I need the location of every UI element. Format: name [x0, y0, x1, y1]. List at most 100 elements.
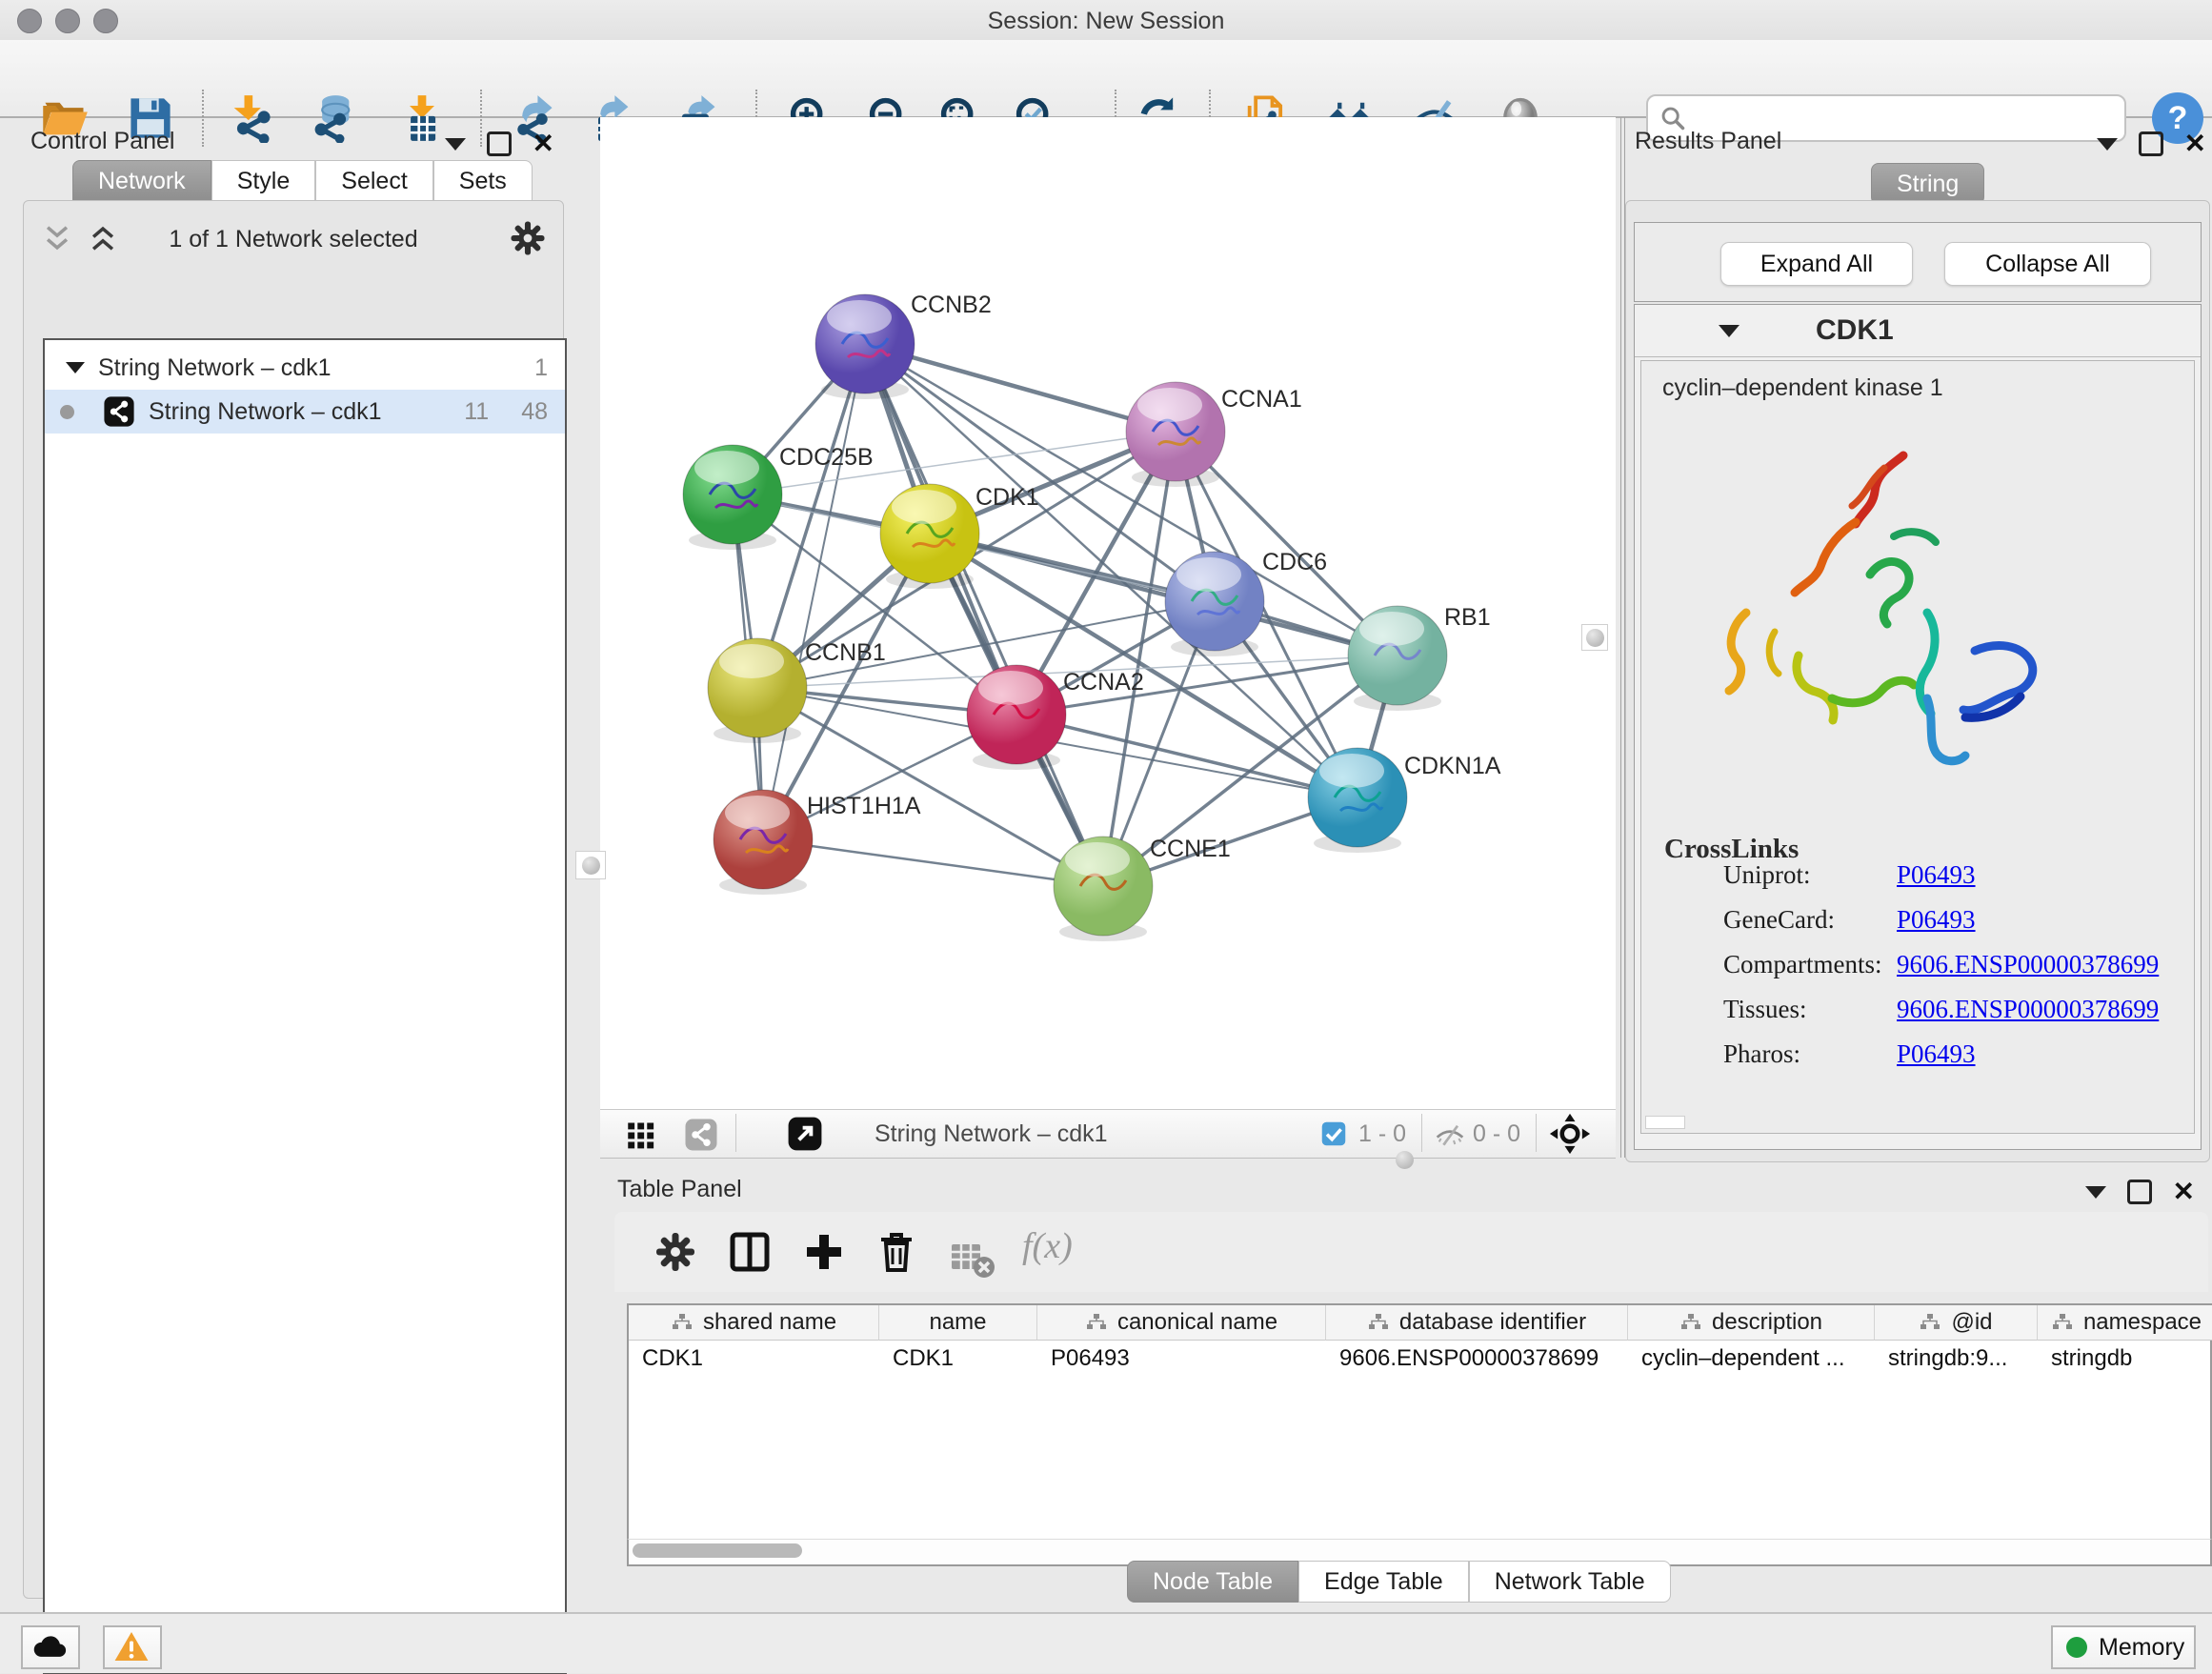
control-panel-float-icon[interactable] — [487, 131, 512, 156]
tab-network-table[interactable]: Network Table — [1469, 1561, 1671, 1603]
column-header-description[interactable]: description — [1628, 1305, 1875, 1341]
node-label: CDC6 — [1262, 549, 1327, 575]
crosslink-label: GeneCard: — [1723, 905, 1835, 935]
network-node[interactable]: CDKN1A — [1308, 748, 1501, 853]
cloud-status-button[interactable] — [21, 1625, 80, 1669]
tab-node-table[interactable]: Node Table — [1127, 1561, 1298, 1603]
table-cell[interactable]: P06493 — [1037, 1341, 1325, 1377]
table-hscrollbar-thumb[interactable] — [633, 1543, 802, 1558]
crosslink-value-link[interactable]: P06493 — [1897, 1039, 1976, 1069]
tab-sets[interactable]: Sets — [433, 160, 533, 202]
crosslink-row: Compartments:9606.ENSP00000378699 — [1641, 950, 2194, 995]
table-cell[interactable]: stringdb — [2038, 1341, 2212, 1377]
network-node[interactable]: CDK1 — [880, 484, 1039, 589]
network-node[interactable]: CDC6 — [1165, 549, 1327, 656]
hidden-eye-slash-icon[interactable] — [1435, 1119, 1465, 1150]
control-panel-close-icon[interactable]: ✕ — [533, 134, 554, 153]
results-panel-title: Results Panel — [1635, 128, 1781, 155]
gene-section-header[interactable]: CDK1 — [1635, 305, 2201, 357]
warnings-button[interactable] — [103, 1625, 162, 1669]
column-header-label: description — [1712, 1309, 1822, 1336]
cloud-icon — [30, 1630, 69, 1663]
table-cell[interactable]: CDK1 — [629, 1341, 878, 1377]
collapse-all-button[interactable]: Collapse All — [1944, 242, 2151, 286]
splitter-handle-bottom[interactable] — [1396, 1151, 1414, 1169]
tab-network[interactable]: Network — [72, 160, 211, 202]
show-columns-button[interactable] — [727, 1229, 773, 1275]
results-hscrollbar[interactable] — [1645, 1116, 1685, 1129]
column-header-canonical-name[interactable]: canonical name — [1037, 1305, 1326, 1341]
table-cell[interactable]: 9606.ENSP00000378699 — [1326, 1341, 1627, 1377]
network-options-gear-icon[interactable] — [508, 218, 548, 258]
function-builder-button[interactable]: f(x) — [1022, 1225, 1073, 1267]
network-node[interactable]: CCNE1 — [1054, 836, 1231, 941]
tab-string[interactable]: String — [1871, 163, 1984, 205]
network-view-toolbar: String Network – cdk1 1 - 0 0 - 0 — [600, 1109, 1616, 1159]
splitter-handle-left[interactable] — [575, 851, 606, 879]
column-header--id[interactable]: @id — [1875, 1305, 2038, 1341]
hidden-node-edge-counts: 0 - 0 — [1473, 1120, 1520, 1148]
results-content-box: CDK1 cyclin–dependent kinase 1 — [1634, 304, 2202, 1150]
network-edge[interactable] — [763, 344, 865, 839]
network-node[interactable]: RB1 — [1348, 604, 1491, 711]
network-collection-row[interactable]: String Network – cdk1 1 — [45, 346, 565, 390]
network-node[interactable]: CDC25B — [683, 444, 874, 550]
gene-name: CDK1 — [1816, 314, 1894, 347]
crosslink-row: GeneCard: P06493 — [1641, 905, 2194, 950]
network-edge[interactable] — [763, 839, 1103, 886]
control-panel-menu-icon[interactable] — [445, 138, 466, 151]
expand-all-button[interactable]: Expand All — [1720, 242, 1913, 286]
network-canvas[interactable]: CCNB2CCNA1CDC25BCDK1CDC6RB1CCNB1CCNA2CDK… — [600, 117, 1616, 1109]
tree-expander-icon[interactable] — [66, 362, 85, 373]
fit-content-crosshair-icon[interactable] — [1549, 1113, 1591, 1155]
table-panel: Table Panel ✕ f(x) shared nameCDK1nameCD… — [600, 1170, 2212, 1597]
memory-button[interactable]: Memory — [2051, 1625, 2196, 1669]
delete-column-button[interactable] — [874, 1229, 919, 1275]
results-panel-float-icon[interactable] — [2139, 131, 2163, 156]
table-options-button[interactable] — [653, 1229, 698, 1275]
results-panel-close-icon[interactable]: ✕ — [2184, 134, 2206, 153]
network-overview-icon[interactable] — [684, 1118, 718, 1152]
detach-view-icon[interactable] — [787, 1116, 823, 1152]
table-cell[interactable]: cyclin–dependent ... — [1628, 1341, 1874, 1377]
memory-status-dot — [2066, 1637, 2087, 1658]
tab-style[interactable]: Style — [211, 160, 316, 202]
crosslink-row: Tissues:9606.ENSP00000378699 — [1641, 995, 2194, 1039]
splitter-handle-right[interactable] — [1581, 624, 1608, 651]
table-cell[interactable]: CDK1 — [879, 1341, 1036, 1377]
column-header-shared-name[interactable]: shared name — [629, 1305, 879, 1341]
gene-section-expander-icon[interactable] — [1719, 325, 1739, 337]
table-cell[interactable]: stringdb:9... — [1875, 1341, 2037, 1377]
column-header-label: @id — [1951, 1309, 1992, 1336]
table-panel-float-icon[interactable] — [2127, 1180, 2152, 1204]
selected-node-edge-counts: 1 - 0 — [1358, 1120, 1406, 1148]
crosslink-value-link[interactable]: P06493 — [1897, 905, 1976, 935]
network-tree: String Network – cdk1 1 String Network –… — [43, 338, 567, 1674]
column-header-name[interactable]: name — [879, 1305, 1037, 1341]
network-row-selected[interactable]: String Network – cdk1 11 48 — [45, 390, 565, 434]
column-header-namespace[interactable]: namespace — [2038, 1305, 2212, 1341]
column-header-database-identifier[interactable]: database identifier — [1326, 1305, 1628, 1341]
vertical-divider — [1620, 117, 1621, 1158]
tab-edge-table[interactable]: Edge Table — [1298, 1561, 1469, 1603]
crosslink-value-link[interactable]: P06493 — [1897, 860, 1976, 890]
network-node[interactable]: CCNB2 — [815, 292, 992, 399]
network-graph[interactable]: CCNB2CCNA1CDC25BCDK1CDC6RB1CCNB1CCNA2CDK… — [600, 117, 1616, 1109]
birdseye-grid-icon[interactable] — [627, 1120, 655, 1149]
create-column-button[interactable] — [801, 1229, 847, 1275]
edge-count: 48 — [521, 398, 548, 426]
node-table[interactable]: shared nameCDK1nameCDK1canonical nameP06… — [627, 1303, 2212, 1541]
results-panel-menu-icon[interactable] — [2097, 138, 2118, 151]
network-node[interactable]: HIST1H1A — [714, 790, 921, 895]
selected-checkbox-icon[interactable] — [1320, 1120, 1347, 1147]
node-label: CCNE1 — [1150, 836, 1231, 862]
table-panel-menu-icon[interactable] — [2085, 1186, 2106, 1199]
crosslink-value-link[interactable]: 9606.ENSP00000378699 — [1897, 950, 2159, 979]
table-panel-close-icon[interactable]: ✕ — [2173, 1182, 2195, 1201]
delete-table-button[interactable] — [950, 1237, 988, 1275]
tab-select[interactable]: Select — [315, 160, 432, 202]
table-toolbar: f(x) — [614, 1212, 2208, 1292]
crosslink-value-link[interactable]: 9606.ENSP00000378699 — [1897, 995, 2159, 1024]
network-edge[interactable] — [930, 534, 1398, 655]
network-view-title: String Network – cdk1 — [875, 1120, 1108, 1148]
